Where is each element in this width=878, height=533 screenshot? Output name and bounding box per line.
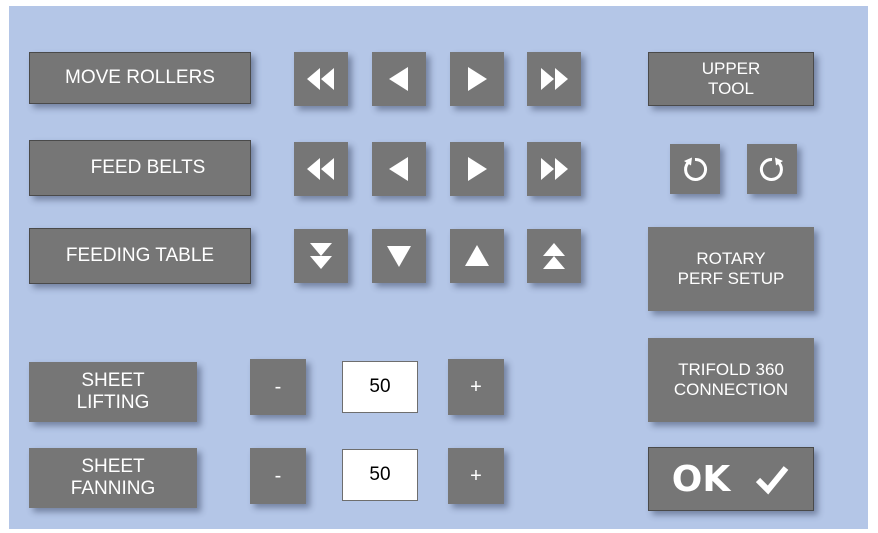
plus-label: + [470, 464, 482, 487]
upper-tool-label: UPPER TOOL [701, 59, 761, 98]
move-rollers-fast-left-button[interactable] [294, 52, 348, 106]
right-icon [460, 152, 494, 186]
left-icon [382, 62, 416, 96]
fast-right-icon [537, 152, 571, 186]
move-rollers-left-button[interactable] [372, 52, 426, 106]
feeding-table-label: FEEDING TABLE [65, 245, 215, 266]
rotate-ccw-icon [679, 153, 711, 185]
fast-left-icon [304, 152, 338, 186]
left-icon [382, 152, 416, 186]
move-rollers-button[interactable]: MOVE ROLLERS [29, 52, 251, 104]
trifold-360-connection-label: TRIFOLD 360 CONNECTION [673, 360, 789, 399]
rotate-ccw-button[interactable] [670, 144, 720, 194]
ok-label: OK [671, 458, 731, 500]
move-rollers-right-button[interactable] [450, 52, 504, 106]
fast-left-icon [304, 62, 338, 96]
right-icon [460, 62, 494, 96]
minus-label: - [274, 464, 282, 487]
upper-tool-button[interactable]: UPPER TOOL [648, 52, 814, 106]
rotary-perf-setup-label: ROTARY PERF SETUP [677, 249, 785, 288]
down-icon [382, 239, 416, 273]
sheet-fanning-label: SHEET FANNING [70, 456, 156, 499]
feeding-table-fast-up-button[interactable] [527, 229, 581, 283]
feeding-table-up-button[interactable] [450, 229, 504, 283]
feeding-table-fast-down-button[interactable] [294, 229, 348, 283]
fast-up-icon [537, 239, 571, 273]
sheet-fanning-button[interactable]: SHEET FANNING [29, 448, 197, 508]
up-icon [460, 239, 494, 273]
ok-button[interactable]: OK [648, 447, 814, 511]
sheet-lifting-increase-button[interactable]: + [448, 359, 504, 415]
plus-label: + [470, 375, 482, 398]
move-rollers-fast-right-button[interactable] [527, 52, 581, 106]
sheet-lifting-decrease-button[interactable]: - [250, 359, 306, 415]
fast-down-icon [304, 239, 338, 273]
fast-right-icon [537, 62, 571, 96]
feed-belts-right-button[interactable] [450, 142, 504, 196]
checkmark-icon [754, 461, 790, 497]
feeding-table-button[interactable]: FEEDING TABLE [29, 228, 251, 284]
rotary-perf-setup-button[interactable]: ROTARY PERF SETUP [648, 227, 814, 311]
feed-belts-fast-left-button[interactable] [294, 142, 348, 196]
sheet-lifting-value[interactable]: 50 [342, 361, 418, 413]
move-rollers-label: MOVE ROLLERS [65, 67, 215, 88]
sheet-fanning-value[interactable]: 50 [342, 449, 418, 501]
feed-belts-fast-right-button[interactable] [527, 142, 581, 196]
feed-belts-button[interactable]: FEED BELTS [29, 140, 251, 196]
sheet-fanning-decrease-button[interactable]: - [250, 448, 306, 504]
feed-belts-label: FEED BELTS [90, 157, 206, 178]
sheet-lifting-button[interactable]: SHEET LIFTING [29, 362, 197, 422]
rotate-cw-icon [756, 153, 788, 185]
sheet-lifting-label: SHEET LIFTING [76, 370, 150, 413]
feed-belts-left-button[interactable] [372, 142, 426, 196]
feeding-table-down-button[interactable] [372, 229, 426, 283]
rotate-cw-button[interactable] [747, 144, 797, 194]
trifold-360-connection-button[interactable]: TRIFOLD 360 CONNECTION [648, 338, 814, 422]
sheet-fanning-increase-button[interactable]: + [448, 448, 504, 504]
minus-label: - [274, 375, 282, 398]
